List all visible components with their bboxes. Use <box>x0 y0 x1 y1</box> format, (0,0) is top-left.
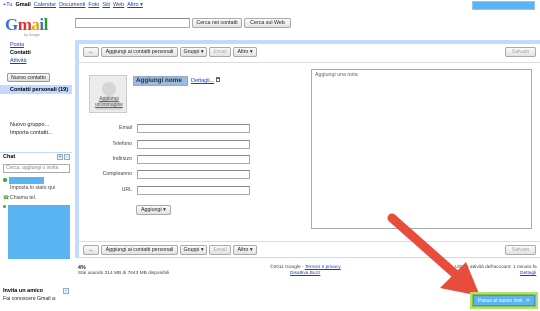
topnav-web[interactable]: Web <box>113 2 124 8</box>
add-to-personal-button-bottom[interactable]: Aggiungi ai contatti personali <box>101 245 178 255</box>
save-button[interactable]: Salvato <box>505 47 536 57</box>
email-button-bottom[interactable]: Email <box>209 245 231 255</box>
birthday-field[interactable] <box>137 170 250 179</box>
new-look-label: Passa al nuovo look <box>478 297 523 304</box>
chat-controls: + - <box>57 154 70 160</box>
sidebar-item-tasks[interactable]: Attività <box>10 58 27 64</box>
back-arrow-icon: ← <box>88 247 94 253</box>
save-button-bottom[interactable]: Salvato <box>505 245 536 255</box>
back-button[interactable]: ← <box>83 47 99 57</box>
chat-collapse-icon[interactable]: - <box>64 154 70 160</box>
back-button-bottom[interactable]: ← <box>83 245 99 255</box>
groups-button[interactable]: Gruppi ▾ <box>180 47 207 57</box>
call-phone-link[interactable]: Chiama tel. <box>10 195 36 201</box>
disable-buzz-link[interactable]: Disattiva Buzz <box>290 271 320 276</box>
contact-status-icon <box>3 205 6 208</box>
chat-header[interactable]: Chat <box>3 154 15 160</box>
phone-icon: ☎ <box>3 195 10 201</box>
invite-collapse-icon[interactable]: - <box>63 288 69 294</box>
contact-photo[interactable]: Aggiungi un'immagine <box>89 75 127 113</box>
activity-details-link[interactable]: Dettagli <box>520 271 536 276</box>
birthday-label: Compleanno <box>102 171 132 177</box>
personal-contacts-label: Contatti personali (19) <box>10 86 69 93</box>
back-arrow-icon: ← <box>88 49 94 55</box>
chat-search-input[interactable]: Cerca, aggiungi o invita <box>3 164 70 173</box>
invite-text: Fai conoscere Gmail a: <box>3 296 57 302</box>
chat-user-redacted[interactable] <box>9 177 44 184</box>
contact-name-field[interactable]: Aggiungi nome <box>133 76 188 86</box>
copyright: ©2011 Google - Termini e privacy <box>270 265 341 270</box>
topnav-documents[interactable]: Documenti <box>59 2 85 8</box>
phone-label: Telefono <box>112 141 132 147</box>
top-navigation: +Tu Gmail Calendar Documenti Foto Siti W… <box>3 2 143 8</box>
search-web-button[interactable]: Cerca sul Web <box>244 18 291 28</box>
close-icon[interactable]: ✕ <box>526 298 530 304</box>
person-head-icon <box>102 82 116 96</box>
chat-contacts-redacted[interactable] <box>8 205 70 259</box>
switch-new-look-button[interactable]: Passa al nuovo look ✕ <box>473 295 535 306</box>
address-label: Indirizzo <box>112 156 132 162</box>
top-bar: +Tu Gmail Calendar Documenti Foto Siti W… <box>0 0 540 12</box>
topnav-gmail[interactable]: Gmail <box>15 2 30 8</box>
new-contact-button[interactable]: Nuovo contatto <box>7 73 50 82</box>
sidebar-item-mail[interactable]: Posta <box>10 42 24 48</box>
sidebar-item-contacts[interactable]: Contatti <box>10 50 31 56</box>
search-contacts-button[interactable]: Cerca nei contatti <box>192 18 242 28</box>
topnav-sites[interactable]: Siti <box>102 2 110 8</box>
search-input[interactable] <box>75 18 190 28</box>
gmail-logo[interactable]: Gmail by Google <box>5 15 48 39</box>
address-field[interactable] <box>137 155 250 164</box>
add-to-personal-button[interactable]: Aggiungi ai contatti personali <box>101 47 178 57</box>
topnav-photos[interactable]: Foto <box>88 2 99 8</box>
note-textarea[interactable]: Aggiungi una nota <box>311 69 532 229</box>
terms-link[interactable]: Termini e privacy <box>305 265 341 270</box>
import-contacts-link[interactable]: Importa contatti... <box>10 130 53 136</box>
email-label: Email <box>119 125 132 131</box>
add-image-link[interactable]: Aggiungi un'immagine <box>90 96 128 108</box>
logo-byline: by Google <box>24 33 40 37</box>
red-arrow-icon <box>387 213 480 296</box>
sidebar-item-personal-contacts[interactable]: Contatti personali (19) <box>0 85 72 94</box>
chat-popout-icon[interactable]: + <box>57 154 63 160</box>
trash-icon[interactable] <box>216 77 220 82</box>
new-group-link[interactable]: Nuovo gruppo... <box>10 122 49 128</box>
account-info-redacted[interactable] <box>472 1 535 10</box>
details-link[interactable]: Dettagli... <box>191 78 214 84</box>
email-button[interactable]: Email <box>209 47 231 57</box>
url-label: URL <box>121 187 132 193</box>
url-field[interactable] <box>137 186 250 195</box>
groups-button-bottom[interactable]: Gruppi ▾ <box>180 245 207 255</box>
phone-field[interactable] <box>137 140 250 149</box>
set-status-link[interactable]: Imposta lo stato qui <box>10 185 55 191</box>
email-field[interactable] <box>137 124 250 133</box>
topnav-more[interactable]: Altro ▾ <box>127 2 143 8</box>
topnav-calendar[interactable]: Calendar <box>34 2 56 8</box>
invite-header: Invita un amico <box>3 288 44 294</box>
storage-usage-text: Stai usando 314 MB di 7643 MB disponibil… <box>78 271 170 276</box>
new-look-frame: Passa al nuovo look ✕ <box>470 292 538 309</box>
status-available-icon <box>3 178 7 182</box>
topnav-plus-tu[interactable]: +Tu <box>3 2 12 8</box>
more-button-bottom[interactable]: Altro ▾ <box>233 245 257 255</box>
more-button[interactable]: Altro ▾ <box>233 47 257 57</box>
top-toolbar: ← Aggiungi ai contatti personali Gruppi … <box>79 46 540 59</box>
add-field-button[interactable]: Aggiungi ▾ <box>136 205 171 215</box>
